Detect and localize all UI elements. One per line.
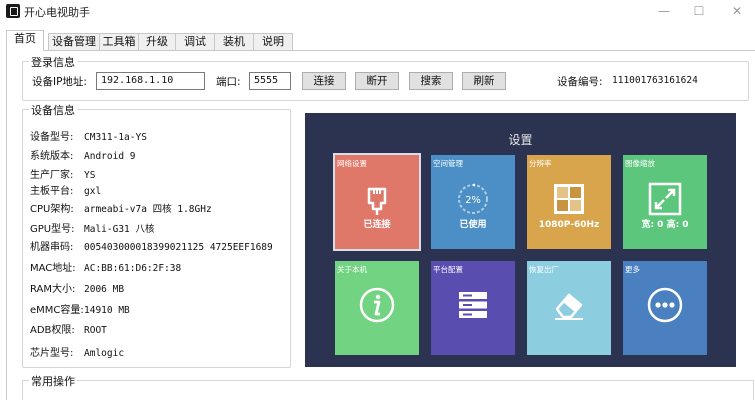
- info-icon: [359, 287, 395, 323]
- device-info-row: 芯片型号: Amlogic: [30, 344, 124, 359]
- settings-title: 设置: [508, 133, 533, 147]
- tile-name: 更多: [625, 265, 640, 274]
- device-info-row: GPU型号: Mali-G31 八核: [30, 220, 154, 235]
- minimize-button[interactable]: —: [655, 3, 673, 19]
- title-bar: 开心电视助手 — ☐ ✕: [0, 0, 755, 24]
- tile-value: 宽: 0 高: 0: [641, 220, 689, 230]
- refresh-button[interactable]: 刷新: [462, 72, 506, 90]
- tile-resolution[interactable]: 分辨率 1080P-60Hz: [527, 155, 611, 249]
- device-info-row: 系统版本: Android 9: [30, 147, 135, 162]
- device-info-row: 生产厂家: YS: [30, 166, 95, 181]
- device-info-value: 14910 MB: [84, 305, 130, 316]
- tile-factory-reset[interactable]: 恢复出厂: [527, 261, 611, 355]
- tile-value: 已连接: [363, 220, 391, 230]
- tab-help[interactable]: 说明: [253, 33, 293, 51]
- storage-ring-icon: 2%: [458, 183, 488, 214]
- device-info-value: AC:BB:61:D6:2F:38: [84, 263, 182, 274]
- device-info-key: 芯片型号:: [30, 348, 74, 359]
- device-info-key: GPU型号:: [30, 224, 75, 235]
- tile-name: 恢复出厂: [529, 265, 559, 274]
- disconnect-button[interactable]: 断开: [355, 72, 399, 90]
- tile-image-scaling[interactable]: 图像缩放 宽: 0 高: 0: [623, 155, 707, 249]
- more-icon: [647, 287, 683, 323]
- tile-value: 已使用: [459, 220, 487, 230]
- device-info-value: 2006 MB: [84, 284, 125, 295]
- device-info-key: 机器串码:: [30, 242, 74, 253]
- tile-more[interactable]: 更多: [623, 261, 707, 355]
- device-no-label: 设备编号:: [557, 76, 603, 88]
- device-info-value: ROOT: [84, 325, 107, 336]
- server-icon: [459, 292, 487, 318]
- tile-name: 网络设置: [337, 159, 367, 168]
- device-info-row: 设备型号: CM311-1a-YS: [30, 128, 147, 143]
- device-info-key: 系统版本:: [30, 151, 74, 162]
- device-ip-input[interactable]: 192.168.1.10: [96, 72, 205, 90]
- eraser-icon: [555, 293, 583, 320]
- device-info-row: ADB权限: ROOT: [30, 321, 107, 336]
- common-operations-group: 常用操作: [22, 373, 754, 400]
- tile-name: 分辨率: [529, 159, 552, 168]
- search-button[interactable]: 搜索: [409, 72, 453, 90]
- device-info-value: YS: [84, 170, 96, 181]
- device-info-row: RAM大小: 2006 MB: [30, 280, 124, 295]
- tile-storage-management[interactable]: 空间管理 2% 已使用: [431, 155, 515, 249]
- device-info-value: CM311-1a-YS: [84, 132, 147, 143]
- login-group-title: 登录信息: [29, 54, 77, 70]
- ethernet-icon: [367, 187, 387, 215]
- maximize-button[interactable]: ☐: [690, 3, 708, 19]
- tile-network-settings[interactable]: 网络设置 已连接: [333, 153, 421, 251]
- port-label: 端口:: [216, 76, 241, 88]
- tab-home[interactable]: 首页: [6, 30, 44, 51]
- device-info-value: Amlogic: [84, 348, 125, 359]
- tab-debug[interactable]: 调试: [175, 33, 215, 51]
- device-info-key: MAC地址:: [30, 263, 76, 274]
- device-info-value: gxl: [84, 186, 102, 197]
- device-info-key: 主板平台:: [30, 186, 74, 197]
- tab-upgrade[interactable]: 升级: [138, 33, 176, 51]
- common-operations-title: 常用操作: [29, 373, 77, 389]
- device-info-row: 主板平台: gxl: [30, 182, 101, 197]
- device-info-value: 005403000018399021125 4725EEF1689: [84, 242, 273, 253]
- device-info-value: armeabi-v7a 四核 1.8GHz: [84, 204, 212, 215]
- device-info-key: eMMC容量:: [30, 305, 84, 316]
- device-info-row: MAC地址: AC:BB:61:D6:2F:38: [30, 259, 181, 274]
- resolution-grid-icon: [554, 184, 584, 214]
- device-info-value: Mali-G31 八核: [84, 224, 155, 235]
- tile-name: 空间管理: [433, 159, 463, 168]
- tab-device-management[interactable]: 设备管理: [48, 33, 100, 51]
- settings-panel: 设置 网络设置 已连接 空间管理 2% 已使用 分辨率 1080P-60Hz 图…: [305, 113, 736, 367]
- device-info-key: 生产厂家:: [30, 170, 74, 181]
- device-info-key: 设备型号:: [30, 132, 74, 143]
- tab-toolbox[interactable]: 工具箱: [99, 33, 139, 51]
- app-logo-icon: [6, 4, 20, 18]
- tile-name: 图像缩放: [625, 159, 655, 168]
- device-info-row: 机器串码: 005403000018399021125 4725EEF1689: [30, 238, 273, 253]
- tile-name: 关于本机: [337, 265, 367, 274]
- device-info-row: CPU架构: armeabi-v7a 四核 1.8GHz: [30, 200, 212, 215]
- tile-value: 1080P-60Hz: [538, 220, 600, 230]
- window-title: 开心电视助手: [24, 6, 90, 19]
- device-info-title: 设备信息: [29, 102, 77, 118]
- device-info-row: eMMC容量:14910 MB: [30, 301, 130, 316]
- tile-about-device[interactable]: 关于本机: [335, 261, 419, 355]
- tile-name: 平台配置: [433, 265, 463, 274]
- tile-platform-config[interactable]: 平台配置: [431, 261, 515, 355]
- storage-percent-text: 2%: [465, 195, 481, 206]
- device-ip-label: 设备IP地址:: [32, 76, 87, 88]
- device-info-key: ADB权限:: [30, 325, 75, 336]
- expand-icon: [648, 182, 682, 216]
- connect-button[interactable]: 连接: [302, 72, 346, 90]
- port-input[interactable]: 5555: [249, 72, 291, 90]
- close-button[interactable]: ✕: [728, 3, 746, 19]
- device-info-value: Android 9: [84, 151, 136, 162]
- device-info-key: RAM大小:: [30, 284, 76, 295]
- tab-install[interactable]: 装机: [214, 33, 254, 51]
- device-info-key: CPU架构:: [30, 204, 74, 215]
- device-no-value: 111001763161624: [612, 75, 698, 86]
